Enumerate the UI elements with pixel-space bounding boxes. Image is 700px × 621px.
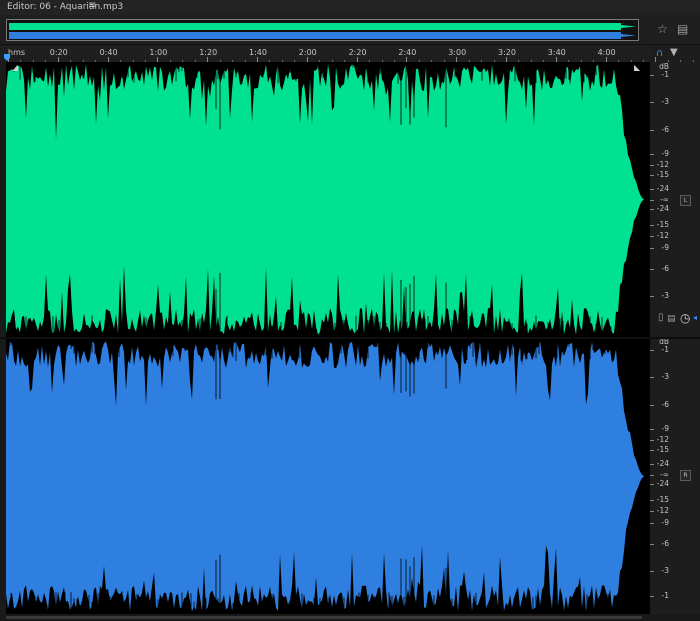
channel-badge-r[interactable]: R — [680, 470, 691, 481]
db-label: -12 — [656, 231, 669, 240]
db-tick — [650, 544, 654, 545]
ruler-label: 2:40 — [398, 48, 417, 57]
db-tick — [650, 350, 654, 351]
channel-badge-l[interactable]: L — [680, 195, 691, 206]
db-label: -6 — [661, 539, 669, 548]
db-tick — [650, 236, 654, 237]
db-label: -3 — [661, 291, 669, 300]
db-label: -24 — [656, 459, 669, 468]
db-tick — [650, 475, 654, 476]
db-label: -9 — [661, 518, 669, 527]
ruler-label: 3:40 — [547, 48, 566, 57]
db-tick — [650, 165, 654, 166]
overview-navigator[interactable] — [0, 15, 700, 45]
db-tick — [650, 484, 654, 485]
db-label: -24 — [656, 204, 669, 213]
volume-knob-icon[interactable]: ◷ — [680, 311, 690, 325]
magnet-icon[interactable]: ∩ — [656, 48, 663, 59]
db-tick — [650, 429, 654, 430]
db-tick — [650, 296, 654, 297]
waveform-channel-right — [6, 341, 650, 612]
db-tick — [650, 189, 654, 190]
ruler-label: 1:40 — [249, 48, 267, 57]
db-label: -6 — [661, 400, 669, 409]
overview-right-fade — [621, 34, 635, 37]
ruler-label: 1:20 — [199, 48, 218, 57]
db-tick — [650, 405, 654, 406]
ruler-label: 3:00 — [448, 48, 467, 57]
db-tick — [650, 377, 654, 378]
db-label: -9 — [661, 149, 669, 158]
db-label: -6 — [661, 125, 669, 134]
waveform-channel-left — [6, 64, 650, 335]
ruler-label: 1:00 — [149, 48, 168, 57]
horizontal-scrollbar[interactable] — [0, 614, 700, 621]
db-label: -1 — [661, 345, 669, 354]
db-label: -12 — [656, 506, 669, 515]
db-label: -15 — [656, 170, 669, 179]
channel-separator — [0, 337, 700, 339]
pin-icon[interactable]: ▼ — [670, 47, 678, 58]
editor-title-bar: Editor: 06 - Aquarian.mp3 ≡ — [0, 0, 700, 15]
db-tick — [650, 523, 654, 524]
ruler-label: 0:40 — [99, 48, 118, 57]
db-center-label: -∞ — [660, 470, 669, 479]
db-label: -15 — [656, 220, 669, 229]
db-tick — [650, 75, 654, 76]
db-label: -24 — [656, 184, 669, 193]
level-meter-icon[interactable]: ▯ — [658, 312, 664, 323]
db-center-label: -∞ — [660, 195, 669, 204]
db-tick — [650, 200, 654, 201]
db-label: -6 — [661, 264, 669, 273]
db-label: -15 — [656, 445, 669, 454]
db-tick — [650, 269, 654, 270]
ruler-label: 2:00 — [298, 48, 317, 57]
db-label: -12 — [656, 435, 669, 444]
db-tick — [650, 130, 654, 131]
db-tick — [650, 102, 654, 103]
db-label: -15 — [656, 495, 669, 504]
db-tick — [650, 450, 654, 451]
db-tick — [650, 209, 654, 210]
db-label: -9 — [661, 243, 669, 252]
time-ruler[interactable]: hms 0:20 0:40 1:00 1:20 1:40 2:00 2:20 2:40 3:00… — [0, 45, 694, 63]
db-label: -9 — [661, 424, 669, 433]
ruler-label: 2:20 — [348, 48, 367, 57]
db-tick — [650, 571, 654, 572]
db-tick — [650, 225, 654, 226]
db-label: -12 — [656, 160, 669, 169]
panel-toggle-icon[interactable]: ▤ — [677, 22, 688, 36]
db-label: -3 — [661, 97, 669, 106]
db-tick — [650, 596, 654, 597]
db-label: -24 — [656, 479, 669, 488]
hamburger-icon[interactable]: ≡ — [88, 0, 96, 11]
star-icon[interactable]: ☆ — [657, 22, 668, 36]
ruler-label: 0:20 — [49, 48, 68, 57]
overview-track[interactable] — [6, 19, 639, 41]
ruler-unit: hms — [8, 48, 26, 57]
db-tick — [650, 464, 654, 465]
overview-left-fade — [621, 25, 635, 28]
editor-title: Editor: 06 - Aquarian.mp3 — [7, 2, 124, 12]
db-label: -1 — [661, 70, 669, 79]
shrink-corner-icon[interactable]: ◣ — [634, 63, 640, 72]
db-tick — [650, 511, 654, 512]
db-label: -1 — [661, 591, 669, 600]
overview-right-channel — [9, 32, 621, 39]
scrollbar-thumb[interactable] — [6, 616, 642, 619]
db-label: -3 — [661, 566, 669, 575]
volume-bars-icon: ▤ — [667, 314, 676, 324]
ruler-label: 4:00 — [597, 48, 616, 57]
db-tick — [650, 500, 654, 501]
expand-corner-icon[interactable]: ◢ — [12, 63, 18, 72]
overview-left-channel — [9, 23, 621, 30]
db-tick — [650, 175, 654, 176]
ruler-label: 3:20 — [498, 48, 516, 57]
db-tick — [650, 440, 654, 441]
db-label: -3 — [661, 372, 669, 381]
volume-value-arrow: ◂ — [693, 313, 698, 322]
db-tick — [650, 154, 654, 155]
db-tick — [650, 248, 654, 249]
